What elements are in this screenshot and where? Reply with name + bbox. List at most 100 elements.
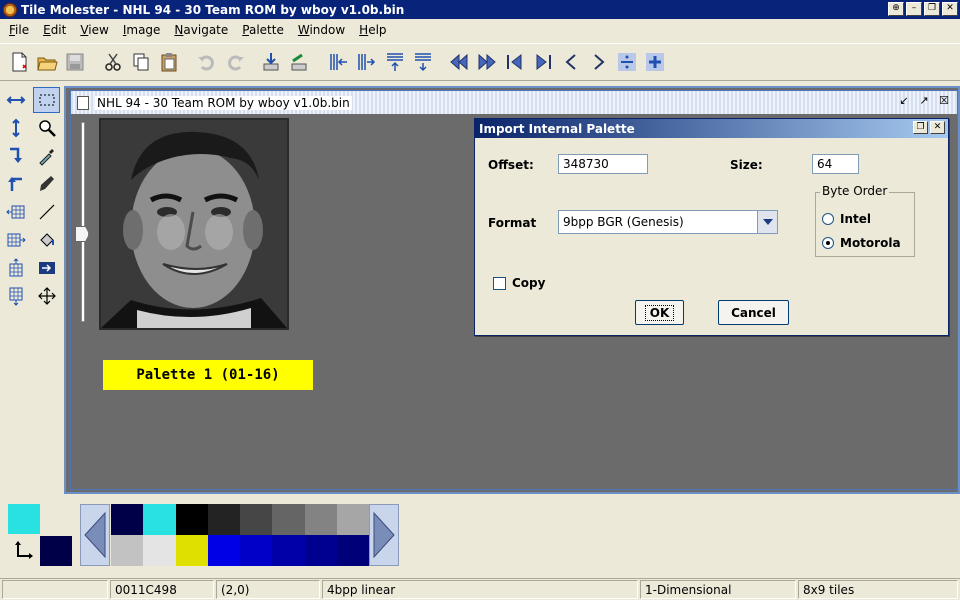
palette-next-button[interactable] xyxy=(369,504,399,566)
export-icon[interactable] xyxy=(286,47,312,77)
move-icon[interactable] xyxy=(33,283,60,309)
palette-swatches[interactable] xyxy=(111,504,369,566)
decrease-height-icon[interactable] xyxy=(382,47,408,77)
byte-order-label: Byte Order xyxy=(820,184,890,198)
swap-colors-icon[interactable] xyxy=(12,538,36,562)
shift-left-icon[interactable] xyxy=(2,199,29,225)
foreground-color-swatch[interactable] xyxy=(8,504,40,534)
chevron-down-icon[interactable] xyxy=(757,211,777,233)
minimize-frame-icon[interactable]: ↙ xyxy=(897,95,911,109)
increase-width-icon[interactable] xyxy=(354,47,380,77)
page-forward-icon[interactable] xyxy=(474,47,500,77)
redo-icon[interactable] xyxy=(222,47,248,77)
paste-icon[interactable] xyxy=(156,47,182,77)
cancel-button[interactable]: Cancel xyxy=(718,300,789,325)
intel-option[interactable]: Intel xyxy=(822,212,871,226)
tile-forward-icon[interactable] xyxy=(586,47,612,77)
palette-swatch[interactable] xyxy=(111,535,144,566)
palette-swatch[interactable] xyxy=(175,535,208,566)
format-select[interactable]: 9bpp BGR (Genesis) xyxy=(558,210,778,234)
byte-plus-icon[interactable] xyxy=(642,47,668,77)
rotate-right-icon[interactable] xyxy=(2,143,29,169)
shift-right-icon[interactable] xyxy=(2,227,29,253)
menu-view[interactable]: View xyxy=(73,23,115,37)
close-frame-icon[interactable]: ☒ xyxy=(937,95,951,109)
brush-icon[interactable] xyxy=(33,171,60,197)
palette-panel xyxy=(0,494,960,576)
byte-minus-icon[interactable] xyxy=(614,47,640,77)
dialog-title: Import Internal Palette xyxy=(479,121,635,136)
rotate-left-icon[interactable] xyxy=(2,171,29,197)
palette-swatch[interactable] xyxy=(272,535,305,566)
menu-image[interactable]: Image xyxy=(116,23,168,37)
palette-swatch[interactable] xyxy=(143,535,176,566)
size-label: Size: xyxy=(730,158,763,172)
shift-down-icon[interactable] xyxy=(2,283,29,309)
palette-swatch[interactable] xyxy=(336,535,369,566)
tile-back-icon[interactable] xyxy=(558,47,584,77)
row-back-icon[interactable] xyxy=(502,47,528,77)
page-back-icon[interactable] xyxy=(446,47,472,77)
save-icon[interactable] xyxy=(62,47,88,77)
replace-color-icon[interactable] xyxy=(33,255,60,281)
restore-button[interactable]: ❐ xyxy=(924,2,940,16)
window-controls: ⊕ – ❐ ✕ xyxy=(888,2,958,16)
row-forward-icon[interactable] xyxy=(530,47,556,77)
ok-button[interactable]: OK xyxy=(635,300,684,325)
palette-swatch[interactable] xyxy=(304,504,337,535)
increase-height-icon[interactable] xyxy=(410,47,436,77)
palette-swatch[interactable] xyxy=(336,504,369,535)
undo-icon[interactable] xyxy=(194,47,220,77)
dropper-icon[interactable] xyxy=(33,143,60,169)
menu-help[interactable]: Help xyxy=(352,23,393,37)
maximize-frame-icon[interactable]: ↗ xyxy=(917,95,931,109)
shift-up-icon[interactable] xyxy=(2,255,29,281)
palette-swatch[interactable] xyxy=(240,535,273,566)
palette-swatch[interactable] xyxy=(240,504,273,535)
menu-window[interactable]: Window xyxy=(291,23,352,37)
fill-bucket-icon[interactable] xyxy=(33,227,60,253)
horizontal-resize-icon[interactable] xyxy=(2,87,29,113)
menu-file[interactable]: File xyxy=(2,23,36,37)
size-field[interactable]: 64 xyxy=(812,154,859,174)
palette-swatch[interactable] xyxy=(304,535,337,566)
dialog-restore-button[interactable]: ❐ xyxy=(913,121,928,134)
palette-swatch[interactable] xyxy=(272,504,305,535)
zoom-slider-track[interactable] xyxy=(81,122,85,322)
intel-label: Intel xyxy=(840,212,871,226)
window-titlebar: Tile Molester - NHL 94 - 30 Team ROM by … xyxy=(0,0,960,19)
menu-edit[interactable]: Edit xyxy=(36,23,73,37)
motorola-option[interactable]: Motorola xyxy=(822,236,901,250)
zoom-icon[interactable] xyxy=(33,115,60,141)
intel-radio[interactable] xyxy=(822,213,834,225)
vertical-resize-icon[interactable] xyxy=(2,115,29,141)
menu-palette[interactable]: Palette xyxy=(235,23,291,37)
offset-field[interactable]: 348730 xyxy=(558,154,648,174)
open-folder-icon[interactable] xyxy=(34,47,60,77)
copy-icon[interactable] xyxy=(128,47,154,77)
palette-prev-button[interactable] xyxy=(80,504,110,566)
decrease-width-icon[interactable] xyxy=(326,47,352,77)
pin-icon[interactable]: ⊕ xyxy=(888,2,904,16)
line-icon[interactable] xyxy=(33,199,60,225)
dialog-close-button[interactable]: ✕ xyxy=(930,121,945,134)
palette-swatch[interactable] xyxy=(175,504,208,535)
palette-swatch[interactable] xyxy=(111,504,144,535)
motorola-radio[interactable] xyxy=(822,237,834,249)
copy-option[interactable]: Copy xyxy=(493,276,545,290)
palette-swatch[interactable] xyxy=(207,504,240,535)
palette-swatch[interactable] xyxy=(143,504,176,535)
copy-checkbox[interactable] xyxy=(493,276,506,290)
zoom-slider-thumb[interactable] xyxy=(75,226,89,242)
background-color-swatch[interactable] xyxy=(40,536,72,566)
import-icon[interactable] xyxy=(258,47,284,77)
selection-tool-icon[interactable] xyxy=(33,87,60,113)
new-file-icon[interactable] xyxy=(6,47,32,77)
menu-navigate[interactable]: Navigate xyxy=(167,23,235,37)
app-icon xyxy=(3,2,17,17)
cut-icon[interactable] xyxy=(100,47,126,77)
palette-swatch[interactable] xyxy=(207,535,240,566)
minimize-button[interactable]: – xyxy=(906,2,922,16)
close-button[interactable]: ✕ xyxy=(942,2,958,16)
tile-canvas[interactable] xyxy=(99,118,289,330)
